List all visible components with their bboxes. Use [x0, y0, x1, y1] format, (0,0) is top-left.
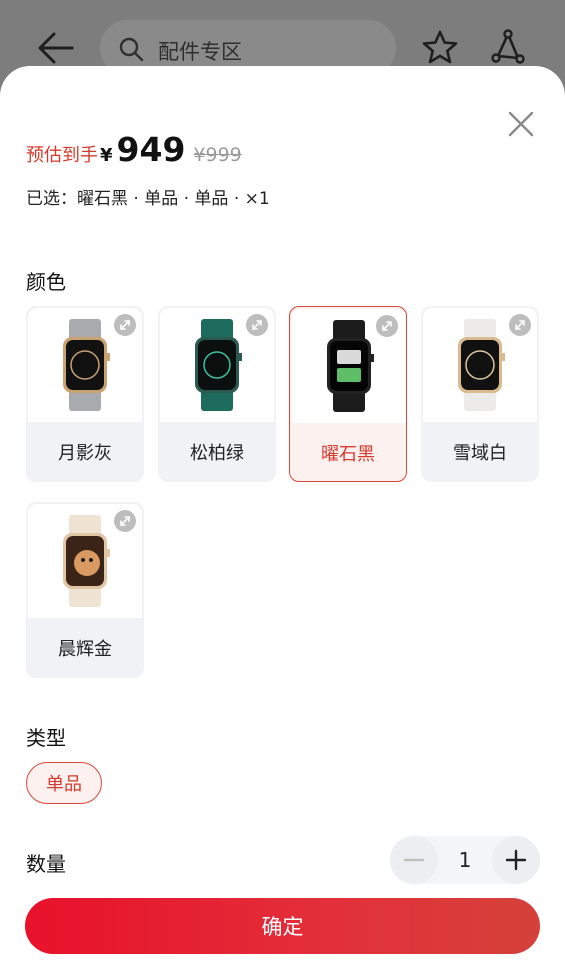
selected-summary: 已选：曜石黑 · 单品 · 单品 · ×1: [26, 189, 270, 209]
quantity-value: 1: [458, 848, 472, 872]
search-icon: [118, 36, 144, 62]
watch-green-image: [195, 319, 242, 411]
quantity-increase-button[interactable]: [492, 836, 540, 884]
color-option-label: 松柏绿: [190, 443, 244, 464]
color-option-label: 月影灰: [58, 443, 112, 464]
color-option-label: 晨辉金: [58, 639, 112, 660]
color-option-obsidian-black[interactable]: 曜石黑: [289, 306, 407, 482]
expand-icon[interactable]: [114, 510, 136, 532]
search-placeholder: 配件专区: [158, 40, 242, 64]
quantity-section-title: 数量: [26, 852, 66, 876]
color-option-pine-green[interactable]: 松柏绿: [158, 306, 276, 482]
favorite-star-icon[interactable]: [420, 28, 460, 68]
type-section-title: 类型: [26, 726, 66, 750]
price-amount: 949: [116, 130, 186, 169]
color-option-morning-gold[interactable]: 晨辉金: [26, 502, 144, 678]
expand-icon[interactable]: [246, 314, 268, 336]
estimated-price-label: 预估到手: [26, 145, 98, 166]
original-price: ¥999: [193, 144, 242, 166]
minus-icon: [403, 858, 425, 862]
color-section-title: 颜色: [26, 270, 66, 294]
watch-gray-image: [63, 319, 110, 411]
currency-symbol: ¥: [100, 145, 113, 166]
type-option-single[interactable]: 单品: [26, 762, 102, 804]
watch-gold-image: [63, 515, 110, 607]
price-row: 预估到手 ¥ 949 ¥999: [26, 130, 242, 170]
back-arrow-icon[interactable]: [36, 28, 76, 68]
watch-black-image: [327, 320, 374, 412]
expand-icon[interactable]: [114, 314, 136, 336]
watch-white-image: [458, 319, 505, 411]
expand-icon[interactable]: [509, 314, 531, 336]
share-icon[interactable]: [488, 28, 528, 68]
color-option-label: 雪域白: [453, 443, 507, 464]
product-option-sheet: 预估到手 ¥ 949 ¥999 已选：曜石黑 · 单品 · 单品 · ×1 颜色…: [0, 66, 565, 970]
quantity-stepper: 1: [390, 836, 540, 884]
color-option-label: 曜石黑: [321, 444, 375, 465]
color-option-snow-white[interactable]: 雪域白: [421, 306, 539, 482]
expand-icon[interactable]: [376, 315, 398, 337]
color-option-moon-gray[interactable]: 月影灰: [26, 306, 144, 482]
confirm-button[interactable]: 确定: [25, 898, 540, 954]
quantity-decrease-button[interactable]: [390, 836, 438, 884]
plus-icon: [505, 849, 527, 871]
close-icon[interactable]: [505, 108, 537, 140]
